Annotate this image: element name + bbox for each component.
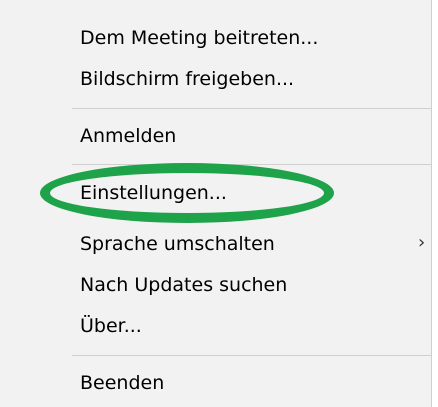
- menu-item-share-screen[interactable]: Bildschirm freigeben...: [0, 59, 431, 99]
- menu-separator: [72, 355, 431, 356]
- submenu-arrow-icon: ›: [418, 232, 426, 253]
- menu-item-label: Sprache umschalten: [80, 233, 275, 255]
- menu-item-sign-in[interactable]: Anmelden: [0, 116, 431, 156]
- menu-item-label: Nach Updates suchen: [80, 274, 288, 296]
- menu-item-switch-language[interactable]: Sprache umschalten ›: [0, 224, 431, 264]
- menu-item-settings[interactable]: Einstellungen...: [0, 173, 431, 213]
- menu-item-label: Über...: [80, 315, 142, 337]
- context-menu: Dem Meeting beitreten... Bildschirm frei…: [0, 0, 432, 407]
- menu-item-label: Beenden: [80, 372, 165, 394]
- menu-item-check-updates[interactable]: Nach Updates suchen: [0, 265, 431, 305]
- menu-item-label: Dem Meeting beitreten...: [80, 27, 319, 49]
- menu-separator: [72, 164, 431, 165]
- menu-item-quit[interactable]: Beenden: [0, 363, 431, 403]
- menu-item-join-meeting[interactable]: Dem Meeting beitreten...: [0, 18, 431, 58]
- menu-item-label: Anmelden: [80, 125, 177, 147]
- menu-item-label: Bildschirm freigeben...: [80, 68, 295, 90]
- menu-item-label: Einstellungen...: [80, 182, 227, 204]
- menu-separator: [72, 108, 431, 109]
- menu-item-about[interactable]: Über...: [0, 306, 431, 346]
